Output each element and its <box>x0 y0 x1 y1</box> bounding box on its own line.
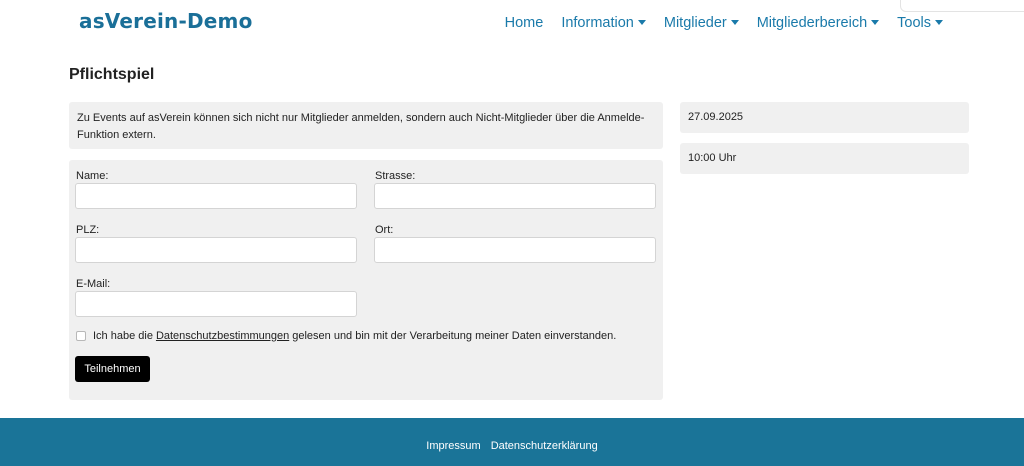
main-nav: Home Information Mitglieder Mitgliederbe… <box>505 15 943 31</box>
info-text: Zu Events auf asVerein können sich nicht… <box>77 112 645 141</box>
top-search-field[interactable] <box>900 0 1024 12</box>
nav-tools-label: Tools <box>897 15 931 31</box>
plz-label: PLZ: <box>76 224 100 236</box>
privacy-policy-link[interactable]: Datenschutzbestimmungen <box>156 330 289 342</box>
plz-input[interactable] <box>75 237 357 263</box>
name-label: Name: <box>76 170 109 182</box>
nav-mitglieder[interactable]: Mitglieder <box>664 15 739 31</box>
nav-information[interactable]: Information <box>561 15 646 31</box>
consent-text-after: gelesen und bin mit der Verarbeitung mei… <box>292 330 617 342</box>
caret-down-icon <box>730 19 739 25</box>
strasse-label: Strasse: <box>375 170 416 182</box>
nav-mitgliederbereich-label: Mitgliederbereich <box>756 15 868 31</box>
page-title: Pflichtspiel <box>69 66 155 83</box>
nav-tools[interactable]: Tools <box>897 15 943 31</box>
info-box: Zu Events auf asVerein können sich nicht… <box>69 102 663 149</box>
brand-logo[interactable]: asVerein-Demo <box>79 9 253 33</box>
event-date: 27.09.2025 <box>688 111 744 123</box>
nav-mitglieder-label: Mitglieder <box>663 15 727 31</box>
event-date-box: 27.09.2025 <box>680 102 969 133</box>
caret-down-icon <box>871 19 880 25</box>
consent-checkbox[interactable] <box>76 331 86 341</box>
caret-down-icon <box>935 19 943 25</box>
caret-down-icon <box>637 19 646 25</box>
strasse-input[interactable] <box>374 183 656 209</box>
registration-form: Name: Strasse: PLZ: Ort: E-Mail: Ich hab… <box>69 160 663 400</box>
email-label: E-Mail: <box>76 278 111 290</box>
submit-button[interactable]: Teilnehmen <box>75 356 150 382</box>
event-time-box: 10:00 Uhr <box>680 143 969 174</box>
consent-text-before: Ich habe die <box>93 330 153 342</box>
consent-row: Ich habe die Datenschutzbestimmungen gel… <box>76 330 616 342</box>
ort-input[interactable] <box>374 237 656 263</box>
footer-impressum-link[interactable]: Impressum <box>426 432 480 452</box>
nav-home-label: Home <box>504 15 544 31</box>
nav-mitgliederbereich[interactable]: Mitgliederbereich <box>756 15 880 31</box>
nav-home[interactable]: Home <box>505 15 544 31</box>
footer: Impressum Datenschutzerklärung <box>0 418 1024 466</box>
email-input[interactable] <box>75 291 357 317</box>
footer-datenschutz-link[interactable]: Datenschutzerklärung <box>491 432 598 452</box>
name-input[interactable] <box>75 183 357 209</box>
nav-information-label: Information <box>561 15 634 31</box>
event-time: 10:00 Uhr <box>688 152 737 164</box>
ort-label: Ort: <box>375 224 394 236</box>
